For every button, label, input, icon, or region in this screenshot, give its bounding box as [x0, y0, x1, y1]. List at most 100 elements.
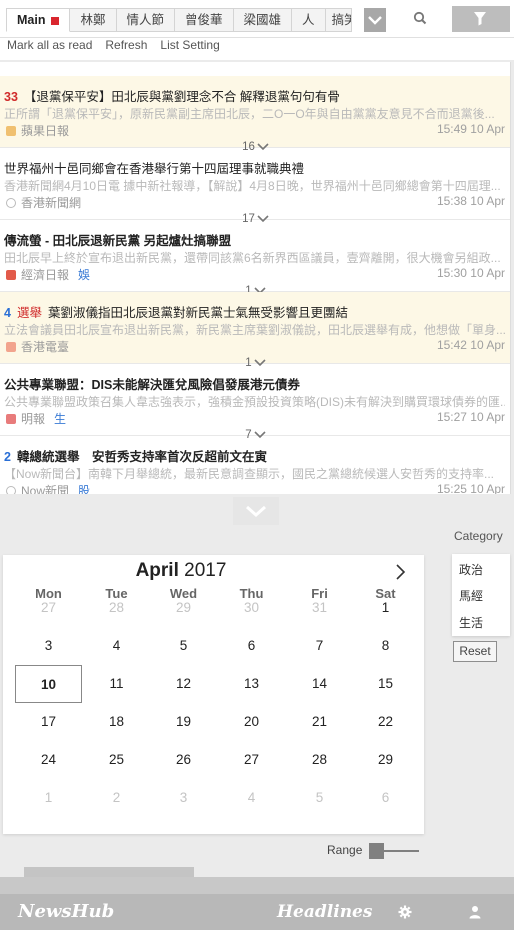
- category-option[interactable]: 生活: [459, 614, 483, 631]
- news-snippet: 【Now新聞台】南韓下月舉總統，最新民意調查顯示，國民之黨總統候選人安哲秀的支持…: [4, 467, 495, 481]
- tab-leung[interactable]: 梁國雄: [233, 8, 293, 32]
- search-button[interactable]: [388, 6, 452, 32]
- calendar-day[interactable]: 17: [15, 703, 82, 741]
- calendar-month-title: April 2017: [135, 560, 227, 581]
- category-option[interactable]: 馬經: [459, 587, 483, 604]
- calendar-day[interactable]: 21: [286, 703, 353, 741]
- calendar-day[interactable]: 3: [150, 779, 217, 817]
- calendar-day[interactable]: 1: [352, 589, 419, 627]
- tab-funny[interactable]: 搞笑: [325, 8, 352, 32]
- calendar-day[interactable]: 30: [218, 589, 285, 627]
- source-logo-icon: [6, 125, 16, 136]
- calendar-day[interactable]: 28: [83, 589, 150, 627]
- news-item[interactable]: 2 韓總統選舉 安哲秀支持率首次反超前文在寅 【Now新聞台】南韓下月舉總統，最新…: [0, 436, 510, 494]
- chevron-down-icon: [368, 16, 382, 25]
- news-title[interactable]: 2 韓總統選舉 安哲秀支持率首次反超前文在寅: [4, 446, 505, 465]
- tab-people[interactable]: 人: [292, 8, 326, 32]
- calendar-day[interactable]: 6: [352, 779, 419, 817]
- tab-valentines[interactable]: 情人節: [116, 8, 176, 32]
- source-logo-icon: [6, 485, 16, 494]
- calendar-day[interactable]: 1: [15, 779, 82, 817]
- calendar-day[interactable]: 29: [352, 741, 419, 779]
- calendar-day[interactable]: 18: [83, 703, 150, 741]
- news-item[interactable]: 33 【退黨保平安】田北辰與黨劉理念不合 解釋退黨句句有骨 正所謂「退黨保平安」，…: [0, 76, 510, 148]
- calendar-day[interactable]: 6: [218, 627, 285, 665]
- load-more-button[interactable]: [233, 497, 279, 525]
- calendar-day[interactable]: 26: [150, 741, 217, 779]
- unread-dot-icon: [51, 16, 60, 25]
- refresh-link[interactable]: Refresh: [105, 38, 147, 60]
- range-slider-track[interactable]: [384, 850, 419, 852]
- calendar-day[interactable]: 25: [83, 741, 150, 779]
- calendar-day[interactable]: 27: [218, 741, 285, 779]
- source-logo-icon: [6, 413, 16, 424]
- calendar-day[interactable]: 7: [286, 627, 353, 665]
- news-item[interactable]: 公共專業聯盟：DIS未能解決匯兌風險倡發展港元債券 公共專業聯盟政策召集人韋志強…: [0, 364, 510, 436]
- app-logo[interactable]: NewsHub: [18, 901, 114, 922]
- news-title[interactable]: 世界福州十邑同鄉會在香港舉行第十四屆理事就職典禮: [4, 158, 505, 177]
- filter-icon: [474, 12, 486, 26]
- news-source: 蘋果日報: [6, 122, 69, 139]
- news-title[interactable]: 公共專業聯盟：DIS未能解決匯兌風險倡發展港元債券: [4, 374, 505, 393]
- news-title[interactable]: 4 選舉 葉劉淑儀指田北辰退黨對新民黨士氣無受影響且更團結: [4, 302, 505, 321]
- headlines-link[interactable]: Headlines: [277, 902, 372, 922]
- mark-all-read-link[interactable]: Mark all as read: [7, 38, 92, 60]
- user-icon[interactable]: [468, 905, 482, 919]
- category-option[interactable]: 政治: [459, 561, 483, 578]
- tab-main[interactable]: Main: [6, 8, 71, 32]
- news-item[interactable]: 世界福州十邑同鄉會在香港舉行第十四屆理事就職典禮 香港新聞網4月10日電 據中新…: [0, 148, 510, 220]
- news-snippet: 香港新聞網4月10日電 據中新社報導，【解說】4月8日晚，世界福州十邑同鄉總會第…: [4, 179, 501, 193]
- horizontal-scrollbar[interactable]: [24, 867, 194, 877]
- calendar-day[interactable]: 24: [15, 741, 82, 779]
- calendar-day[interactable]: 2: [83, 779, 150, 817]
- gear-icon[interactable]: [398, 905, 412, 919]
- tab-list: Main 林鄭 情人節 曾俊華 梁國雄 人 搞笑: [6, 8, 352, 32]
- calendar-day[interactable]: 15: [352, 665, 419, 703]
- category-badge: 股: [78, 484, 91, 494]
- calendar-day[interactable]: 28: [286, 741, 353, 779]
- calendar-day[interactable]: 19: [150, 703, 217, 741]
- calendar-day[interactable]: 11: [83, 665, 150, 703]
- calendar-day[interactable]: 5: [150, 627, 217, 665]
- calendar-day[interactable]: 14: [286, 665, 353, 703]
- news-source: 經濟日報娛: [6, 266, 90, 283]
- calendar-day[interactable]: 5: [286, 779, 353, 817]
- chevron-right-icon: [396, 564, 406, 580]
- tab-lam-cheng[interactable]: 林鄭: [70, 8, 117, 32]
- more-tabs-button[interactable]: [364, 8, 386, 32]
- calendar-day[interactable]: 8: [352, 627, 419, 665]
- news-source: 明報生: [6, 410, 66, 427]
- filter-button[interactable]: [452, 6, 510, 32]
- next-month-button[interactable]: [391, 562, 411, 582]
- news-item[interactable]: 傳流螢 - 田北辰退新民黨 另起爐灶搞聯盟 田北辰早上終於宣布退出新民黨，還帶同…: [0, 220, 510, 292]
- calendar-day[interactable]: 3: [15, 627, 82, 665]
- calendar-day[interactable]: 29: [150, 589, 217, 627]
- news-source: 香港新聞網: [6, 194, 81, 211]
- calendar-day[interactable]: 20: [218, 703, 285, 741]
- news-item[interactable]: 4 選舉 葉劉淑儀指田北辰退黨對新民黨士氣無受影響且更團結 立法會議員田北辰宣布退出…: [0, 292, 510, 364]
- calendar-day[interactable]: 27: [15, 589, 82, 627]
- range-label: Range: [327, 843, 363, 857]
- calendar-day[interactable]: 31: [286, 589, 353, 627]
- news-snippet: 公共專業聯盟政策召集人韋志強表示，強積金預設投資策略(DIS)未有解決到購買環球…: [4, 395, 505, 409]
- calendar-day[interactable]: 12: [150, 665, 217, 703]
- list-setting-link[interactable]: List Setting: [160, 38, 219, 60]
- news-time: 15:25 10 Apr: [436, 482, 505, 494]
- chevron-down-icon: [246, 505, 266, 518]
- tab-bar: Main 林鄭 情人節 曾俊華 梁國雄 人 搞笑: [0, 0, 514, 38]
- news-time: 15:27 10 Apr: [436, 410, 505, 424]
- source-logo-icon: [6, 341, 16, 352]
- calendar-day-today[interactable]: 10: [15, 665, 82, 703]
- news-title[interactable]: 33 【退黨保平安】田北辰與黨劉理念不合 解釋退黨句句有骨: [4, 86, 505, 105]
- tab-tsang[interactable]: 曾俊華: [175, 8, 234, 32]
- news-list[interactable]: 33 【退黨保平安】田北辰與黨劉理念不合 解釋退黨句句有骨 正所謂「退黨保平安」，…: [0, 62, 511, 494]
- calendar-day[interactable]: 4: [83, 627, 150, 665]
- date-picker: April 2017 Mon Tue Wed Thu Fri Sat 27 28 29 30 31 1…: [3, 555, 424, 834]
- calendar-day[interactable]: 22: [352, 703, 419, 741]
- calendar-day[interactable]: 13: [218, 665, 285, 703]
- category-list: 政治 馬經 生活: [452, 554, 510, 636]
- calendar-day[interactable]: 4: [218, 779, 285, 817]
- reset-button[interactable]: Reset: [453, 641, 497, 662]
- news-title[interactable]: 傳流螢 - 田北辰退新民黨 另起爐灶搞聯盟: [4, 230, 505, 249]
- range-slider-handle[interactable]: [369, 843, 384, 859]
